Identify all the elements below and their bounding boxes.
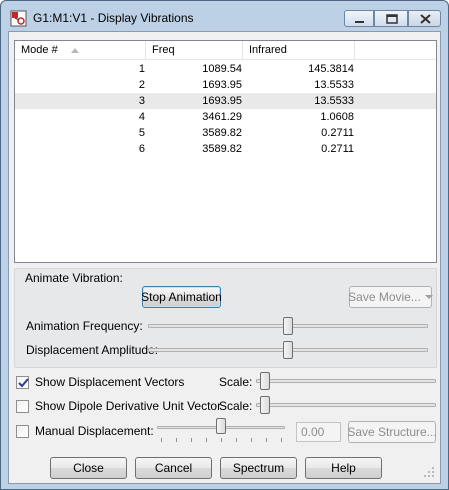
column-header-infrared[interactable]: Infrared [243, 41, 355, 60]
dipole-scale-track [256, 403, 436, 407]
close-button[interactable]: Close [50, 457, 127, 479]
dipole-scale-slider[interactable] [260, 396, 270, 414]
column-mode-label: Mode # [21, 44, 58, 56]
table-row[interactable]: 6 3589.82 0.2711 [15, 141, 436, 157]
table-row[interactable]: 1 1089.54 145.3814 [15, 61, 436, 77]
maximize-button[interactable] [374, 10, 408, 27]
infrared-cell: 13.5533 [314, 95, 354, 107]
infrared-cell: 145.3814 [308, 63, 354, 75]
vibration-modes-list[interactable]: Mode # Freq Infrared 1 1089.54 145.3814 … [14, 40, 437, 263]
show-dipole-derivative-checkbox[interactable] [16, 400, 29, 413]
freq-cell: 1089.54 [202, 63, 242, 75]
manual-displacement-value-field: 0.00 [296, 422, 341, 442]
dialog-body: Mode # Freq Infrared 1 1089.54 145.3814 … [8, 31, 441, 484]
title-bar[interactable]: G1:M1:V1 - Display Vibrations [1, 1, 448, 35]
gaussview-icon [10, 10, 27, 27]
close-window-button[interactable] [408, 10, 441, 27]
mode-cell: 4 [138, 111, 145, 123]
save-movie-button: Save Movie... [348, 286, 433, 308]
freq-cell: 3589.82 [202, 143, 242, 155]
table-row[interactable]: 2 1693.95 13.5533 [15, 77, 436, 93]
help-button[interactable]: Help [305, 457, 382, 479]
mode-cell: 3 [138, 95, 145, 107]
animation-frequency-slider[interactable] [283, 317, 293, 335]
freq-cell: 1693.95 [202, 79, 242, 91]
cancel-button[interactable]: Cancel [135, 457, 212, 479]
mode-cell: 6 [138, 143, 145, 155]
window-title: G1:M1:V1 - Display Vibrations [33, 11, 194, 25]
chevron-down-icon [424, 295, 433, 299]
show-displacement-vectors-label: Show Displacement Vectors [35, 375, 185, 389]
displacement-amplitude-slider[interactable] [283, 341, 293, 359]
animation-frequency-label: Animation Frequency: [26, 319, 143, 333]
mode-cell: 2 [138, 79, 145, 91]
save-structure-button: Save Structure... [347, 421, 437, 443]
stop-animation-button[interactable]: Stop Animation [141, 286, 222, 308]
infrared-cell: 1.0608 [320, 111, 354, 123]
freq-cell: 3589.82 [202, 127, 242, 139]
animation-panel: Animate Vibration: Stop Animation Save M… [14, 268, 437, 368]
table-row-selected[interactable]: 3 1693.95 13.5533 [15, 93, 436, 109]
column-header-mode[interactable]: Mode # [15, 41, 146, 60]
table-row[interactable]: 5 3589.82 0.2711 [15, 125, 436, 141]
manual-displacement-label: Manual Displacement: [35, 424, 154, 438]
infrared-cell: 0.2711 [321, 143, 354, 155]
mode-cell: 5 [138, 127, 145, 139]
displacement-amplitude-label: Displacement Amplitude: [26, 343, 159, 357]
freq-cell: 1693.95 [202, 95, 242, 107]
sort-ascending-icon [71, 48, 79, 53]
vectors-scale-track [256, 379, 436, 383]
column-freq-label: Freq [152, 44, 175, 56]
show-dipole-derivative-label: Show Dipole Derivative Unit Vector [35, 399, 222, 413]
infrared-cell: 13.5533 [314, 79, 354, 91]
minimize-button[interactable] [344, 10, 374, 27]
spectrum-button[interactable]: Spectrum [220, 457, 297, 479]
show-displacement-vectors-checkbox[interactable] [16, 376, 29, 389]
freq-cell: 3461.29 [202, 111, 242, 123]
vectors-scale-slider[interactable] [260, 372, 270, 390]
list-header: Mode # Freq Infrared [15, 41, 436, 60]
dipole-scale-label: Scale: [219, 399, 253, 413]
save-movie-label: Save Movie... [348, 290, 421, 304]
manual-displacement-slider [216, 418, 226, 434]
column-infrared-label: Infrared [249, 44, 287, 56]
display-vibrations-window: G1:M1:V1 - Display Vibrations Mode # Fre… [0, 0, 449, 490]
mode-cell: 1 [138, 63, 145, 75]
infrared-cell: 0.2711 [321, 127, 354, 139]
table-row[interactable]: 4 3461.29 1.0608 [15, 109, 436, 125]
column-header-freq[interactable]: Freq [146, 41, 243, 60]
animate-vibration-label: Animate Vibration: [25, 271, 123, 285]
vectors-scale-label: Scale: [219, 375, 253, 389]
manual-displacement-checkbox[interactable] [16, 425, 29, 438]
